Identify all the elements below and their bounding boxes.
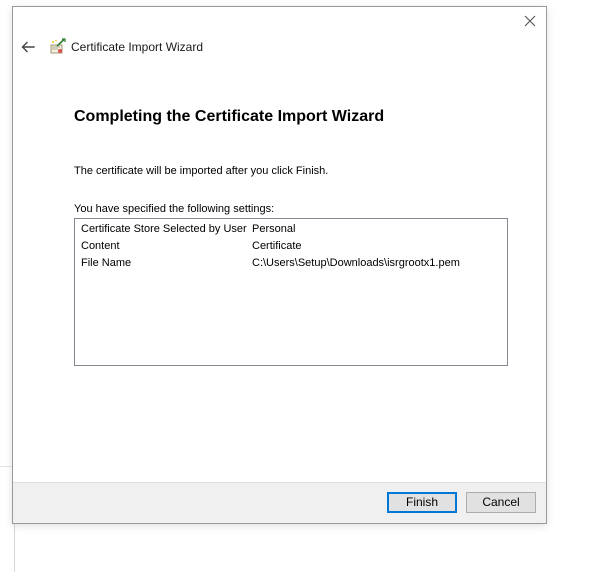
settings-key: Certificate Store Selected by User — [81, 223, 247, 235]
settings-label: You have specified the following setting… — [74, 203, 275, 215]
settings-value: Personal — [252, 223, 296, 235]
certificate-import-wizard-dialog: Certificate Import Wizard Completing the… — [12, 6, 547, 524]
close-icon — [524, 15, 536, 27]
settings-key: File Name — [81, 257, 132, 269]
import-info-text: The certificate will be imported after y… — [74, 165, 329, 177]
back-button[interactable] — [19, 38, 37, 56]
window-title: Certificate Import Wizard — [71, 40, 204, 54]
close-button[interactable] — [520, 11, 540, 31]
settings-list[interactable]: Certificate Store Selected by User Perso… — [74, 218, 508, 366]
wizard-header: Certificate Import Wizard — [13, 33, 546, 61]
dialog-footer: Finish Cancel — [13, 482, 546, 523]
certificate-wizard-icon — [49, 38, 67, 56]
settings-value: C:\Users\Setup\Downloads\isrgrootx1.pem — [252, 257, 460, 269]
back-arrow-icon — [21, 41, 35, 53]
settings-value: Certificate — [252, 240, 302, 252]
finish-button[interactable]: Finish — [387, 492, 457, 513]
settings-key: Content — [81, 240, 120, 252]
cancel-button[interactable]: Cancel — [466, 492, 536, 513]
page-heading: Completing the Certificate Import Wizard — [74, 108, 385, 125]
